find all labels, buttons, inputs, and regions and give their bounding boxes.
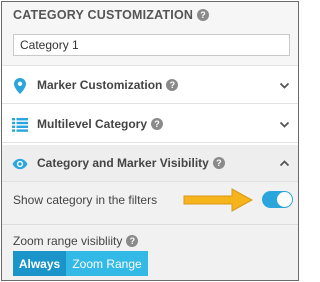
help-icon[interactable]: ? bbox=[151, 117, 164, 130]
zoom-range-label: Zoom range visibliity? bbox=[13, 234, 139, 248]
accordion-marker-customization[interactable]: Marker Customization? bbox=[2, 67, 298, 104]
accordion-label: Marker Customization? bbox=[37, 78, 179, 92]
show-in-filters-toggle[interactable] bbox=[262, 191, 293, 208]
help-icon[interactable]: ? bbox=[212, 156, 225, 169]
eye-icon bbox=[12, 156, 28, 172]
help-icon[interactable]: ? bbox=[166, 78, 179, 91]
panel-title-text: CATEGORY CUSTOMIZATION bbox=[13, 8, 194, 22]
pointer-arrow-icon bbox=[183, 188, 254, 212]
zoom-range-label-text: Zoom range visibliity bbox=[13, 234, 123, 248]
help-icon[interactable]: ? bbox=[197, 8, 210, 21]
accordion-label-text: Multilevel Category bbox=[37, 117, 148, 131]
accordion-category-marker-visibility[interactable]: Category and Marker Visibility? bbox=[2, 145, 298, 182]
show-in-filters-label: Show category in the filters bbox=[13, 193, 158, 207]
accordion-label: Category and Marker Visibility? bbox=[37, 156, 225, 170]
chevron-down-icon bbox=[279, 82, 290, 89]
visibility-section: Category and Marker Visibility? Show cat… bbox=[2, 145, 298, 280]
category-name-input[interactable] bbox=[13, 34, 290, 56]
panel-title: CATEGORY CUSTOMIZATION? bbox=[13, 8, 210, 22]
toggle-knob bbox=[277, 192, 292, 207]
divider bbox=[2, 224, 298, 225]
accordion-label: Multilevel Category? bbox=[37, 117, 164, 131]
accordion-multilevel-category[interactable]: Multilevel Category? bbox=[2, 106, 298, 143]
map-pin-icon bbox=[12, 78, 28, 94]
zoom-range-button[interactable]: Zoom Range bbox=[66, 251, 148, 276]
accordion-label-text: Marker Customization bbox=[37, 78, 163, 92]
chevron-down-icon bbox=[279, 121, 290, 128]
chevron-up-icon bbox=[279, 160, 290, 167]
zoom-range-segmented-control: Always Zoom Range bbox=[13, 251, 148, 276]
category-customization-panel: CATEGORY CUSTOMIZATION? Marker Customiza… bbox=[1, 1, 299, 281]
zoom-always-button[interactable]: Always bbox=[13, 251, 66, 276]
list-icon bbox=[12, 117, 28, 133]
accordion-label-text: Category and Marker Visibility bbox=[37, 156, 209, 170]
panel-header: CATEGORY CUSTOMIZATION? bbox=[2, 2, 298, 66]
help-icon[interactable]: ? bbox=[126, 234, 139, 247]
